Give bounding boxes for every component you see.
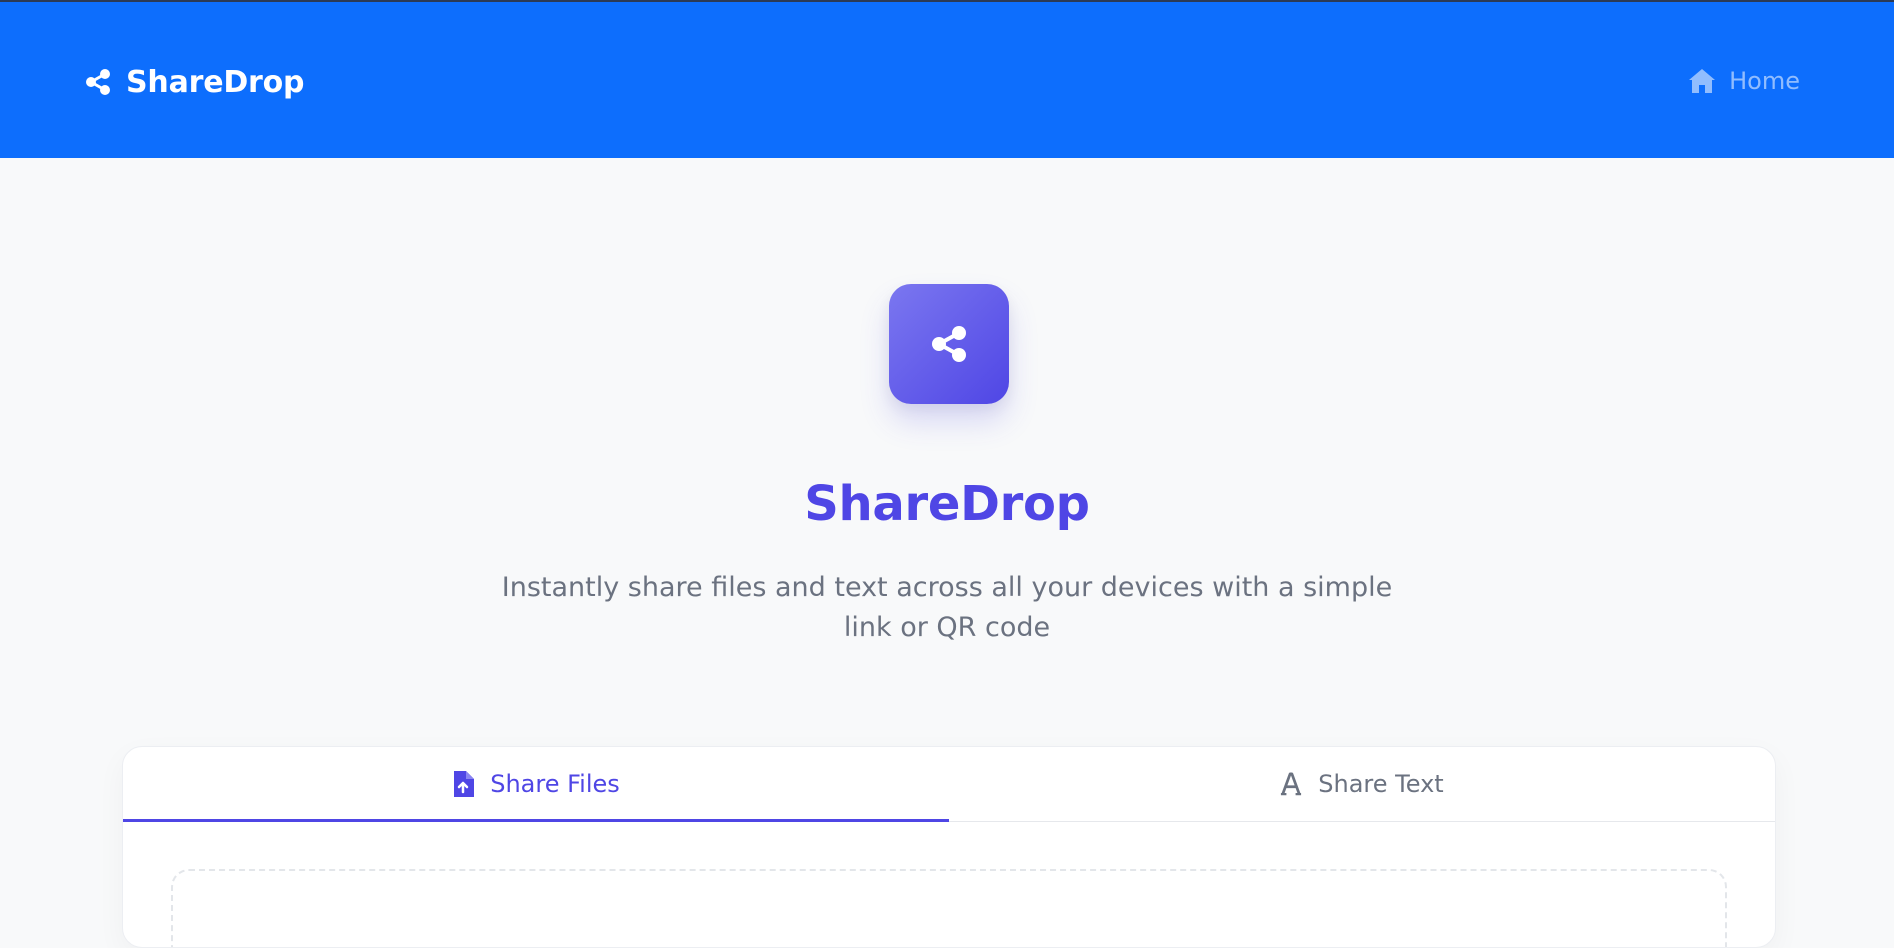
tab-share-text-label: Share Text (1318, 770, 1444, 798)
home-nav-link[interactable]: Home (1687, 64, 1800, 98)
share-icon (932, 326, 966, 362)
navbar: ShareDrop Home (0, 2, 1894, 158)
share-tabs: Share Files Share Text (123, 747, 1775, 822)
tab-share-text[interactable]: Share Text (949, 747, 1775, 821)
home-icon (1689, 69, 1716, 93)
home-label: Home (1729, 67, 1800, 95)
tab-share-files-label: Share Files (490, 770, 620, 798)
share-card: Share Files Share Text (122, 746, 1776, 948)
file-upload-icon (454, 771, 475, 797)
brand-name: ShareDrop (126, 64, 305, 100)
tab-share-files[interactable]: Share Files (123, 747, 949, 822)
share-icon (86, 69, 110, 95)
page-title: ShareDrop (804, 476, 1090, 532)
text-font-icon (1281, 772, 1302, 796)
hero-logo (889, 284, 1009, 404)
brand-link[interactable]: ShareDrop (84, 64, 305, 100)
page-subtitle: Instantly share files and text across al… (501, 572, 1393, 643)
file-dropzone[interactable] (171, 869, 1727, 947)
